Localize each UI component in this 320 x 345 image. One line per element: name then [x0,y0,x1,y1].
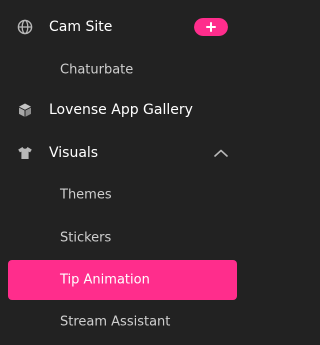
chevron-up-icon[interactable] [214,149,228,157]
tshirt-icon [18,147,32,159]
menu-item-label: Visuals [49,145,99,161]
submenu-item-tip-animation[interactable]: Tip Animation [8,260,237,300]
submenu-item-label: Stream Assistant [60,314,171,330]
sidebar-menu: Cam Site Chaturbate Lovense App Gallery … [0,0,246,345]
submenu-item-stickers[interactable]: Stickers [0,217,246,259]
plus-icon[interactable] [194,18,228,36]
menu-item-cam-site[interactable]: Cam Site [0,6,246,48]
submenu-item-chaturbate[interactable]: Chaturbate [0,49,246,91]
cube-icon [19,103,31,117]
submenu-item-themes[interactable]: Themes [0,174,246,216]
menu-item-lovense-app-gallery[interactable]: Lovense App Gallery [0,89,246,131]
submenu-item-stream-assistant[interactable]: Stream Assistant [0,301,246,343]
submenu-item-label: Stickers [60,230,112,246]
submenu-item-label: Tip Animation [60,272,150,288]
submenu-item-label: Themes [60,187,112,203]
menu-item-visuals[interactable]: Visuals [0,132,246,174]
globe-icon [17,19,33,35]
menu-item-label: Cam Site [49,19,113,35]
submenu-item-label: Chaturbate [60,62,134,78]
menu-item-label: Lovense App Gallery [49,102,193,118]
